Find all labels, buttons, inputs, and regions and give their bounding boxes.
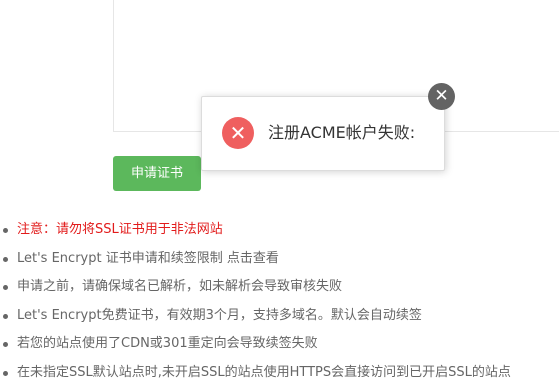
error-toast: ✕ 注册ACME帐户失败: bbox=[201, 96, 445, 171]
note-text: 在未指定SSL默认站点时,未开启SSL的站点使用HTTPS会直接访问到已开启SS… bbox=[17, 364, 511, 380]
list-item: 若您的站点使用了CDN或301重定向会导致续签失败 bbox=[0, 333, 511, 362]
note-text: 若您的站点使用了CDN或301重定向会导致续签失败 bbox=[17, 336, 318, 351]
bullet-icon bbox=[3, 228, 8, 233]
list-item-warning: 注意：请勿将SSL证书用于非法网站 bbox=[0, 219, 511, 248]
close-icon[interactable]: ✕ bbox=[428, 83, 455, 110]
toast-message: 注册ACME帐户失败: bbox=[268, 123, 416, 142]
ssl-panel: 申请证书 注意：请勿将SSL证书用于非法网站 Let's Encrypt 证书申… bbox=[0, 0, 559, 389]
note-text: 注意：请勿将SSL证书用于非法网站 bbox=[17, 222, 223, 237]
list-item: 申请之前，请确保域名已解析，如未解析会导致审核失败 bbox=[0, 276, 511, 305]
list-item: 在未指定SSL默认站点时,未开启SSL的站点使用HTTPS会直接访问到已开启SS… bbox=[0, 362, 511, 389]
bullet-icon bbox=[3, 313, 8, 319]
error-x-icon: ✕ bbox=[222, 117, 254, 149]
list-item: Let's Encrypt免费证书，有效期3个月，支持多域名。默认会自动续签 bbox=[0, 305, 511, 334]
bullet-icon bbox=[3, 342, 8, 347]
list-item: Let's Encrypt 证书申请和续签限制 点击查看 bbox=[0, 248, 511, 277]
bullet-icon bbox=[3, 256, 8, 262]
notes-list: 注意：请勿将SSL证书用于非法网站 Let's Encrypt 证书申请和续签限… bbox=[0, 219, 511, 389]
note-text: 申请之前，请确保域名已解析，如未解析会导致审核失败 bbox=[17, 279, 343, 294]
bullet-icon bbox=[3, 370, 8, 376]
note-text-link[interactable]: Let's Encrypt 证书申请和续签限制 点击查看 bbox=[17, 251, 279, 266]
apply-certificate-button[interactable]: 申请证书 bbox=[113, 156, 201, 191]
bullet-icon bbox=[3, 285, 8, 290]
note-text: Let's Encrypt免费证书，有效期3个月，支持多域名。默认会自动续签 bbox=[17, 307, 422, 323]
